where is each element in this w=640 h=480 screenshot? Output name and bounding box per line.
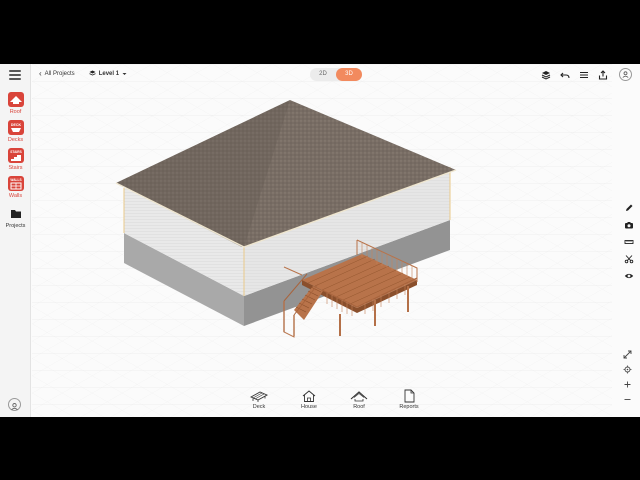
bottom-toolbar: Deck House Roof Reports xyxy=(248,389,420,410)
tool-decks[interactable]: DECK Decks xyxy=(3,120,28,143)
top-navigation: ‹ All Projects Level 1 xyxy=(39,69,127,78)
bottom-house-button[interactable]: House xyxy=(298,389,320,410)
app-window: Roof DECK Decks STAIRS Stairs WALLS Wall… xyxy=(0,64,640,417)
bottom-house-label: House xyxy=(301,404,317,410)
profile-icon[interactable] xyxy=(619,68,632,81)
zoom-controls xyxy=(622,350,632,405)
3d-viewport[interactable] xyxy=(32,64,612,417)
hamburger-menu-icon[interactable] xyxy=(9,70,21,80)
level-selector[interactable]: Level 1 xyxy=(89,70,127,77)
tool-roof-label: Roof xyxy=(9,109,22,115)
tool-decks-label: Decks xyxy=(7,137,24,143)
list-menu-icon[interactable] xyxy=(578,69,590,81)
bottom-roof-button[interactable]: Roof xyxy=(348,389,370,410)
chevron-left-icon[interactable]: ‹ xyxy=(39,69,42,78)
caret-down-icon xyxy=(122,72,127,75)
right-tool-column xyxy=(623,202,634,281)
recenter-icon[interactable] xyxy=(622,365,632,375)
tool-walls[interactable]: WALLS Walls xyxy=(3,176,28,199)
bottom-roof-label: Roof xyxy=(353,404,365,410)
report-icon xyxy=(404,389,415,403)
zoom-out-icon[interactable] xyxy=(622,395,632,405)
deck-icon xyxy=(249,391,269,402)
tool-stairs-label: Stairs xyxy=(8,165,23,171)
walls-icon-text: WALLS xyxy=(10,178,21,182)
bottom-deck-button[interactable]: Deck xyxy=(248,389,270,410)
decks-icon: DECK xyxy=(7,120,24,135)
tool-stairs[interactable]: STAIRS Stairs xyxy=(3,148,28,171)
tool-walls-label: Walls xyxy=(8,193,23,199)
house-icon xyxy=(302,390,316,402)
view-2d-button[interactable]: 2D xyxy=(310,68,336,81)
ruler-icon[interactable] xyxy=(623,236,634,247)
walls-icon: WALLS xyxy=(7,176,24,191)
bottom-deck-label: Deck xyxy=(252,404,266,410)
eye-icon[interactable] xyxy=(623,270,634,281)
account-icon[interactable] xyxy=(8,398,21,411)
zoom-in-icon[interactable] xyxy=(622,380,632,390)
top-right-actions xyxy=(540,68,632,81)
stairs-icon-text: STAIRS xyxy=(10,150,21,154)
roof-icon xyxy=(350,391,368,402)
share-icon[interactable] xyxy=(597,69,609,81)
pencil-icon[interactable] xyxy=(623,202,634,213)
bottom-reports-button[interactable]: Reports xyxy=(398,389,420,410)
tool-projects[interactable]: Projects xyxy=(3,206,28,229)
model-scene[interactable] xyxy=(32,64,612,417)
folder-icon xyxy=(8,206,24,221)
level-label: Level 1 xyxy=(98,70,120,77)
view-3d-button[interactable]: 3D xyxy=(336,68,362,81)
bottom-reports-label: Reports xyxy=(399,404,419,410)
camera-icon[interactable] xyxy=(623,219,634,230)
layers-icon xyxy=(89,70,96,76)
stairs-icon: STAIRS xyxy=(7,148,24,163)
expand-icon[interactable] xyxy=(622,350,632,360)
tool-roof[interactable]: Roof xyxy=(3,92,28,115)
left-toolbar: Roof DECK Decks STAIRS Stairs WALLS Wall… xyxy=(0,64,31,417)
decks-icon-text: DECK xyxy=(10,123,21,127)
undo-icon[interactable] xyxy=(559,69,571,81)
view-toggle: 2D 3D xyxy=(310,68,362,81)
layers-toggle-icon[interactable] xyxy=(540,69,552,81)
roof-icon xyxy=(7,92,24,107)
all-projects-link[interactable]: All Projects xyxy=(45,71,75,77)
tool-projects-label: Projects xyxy=(5,223,26,229)
scissors-icon[interactable] xyxy=(623,253,634,264)
